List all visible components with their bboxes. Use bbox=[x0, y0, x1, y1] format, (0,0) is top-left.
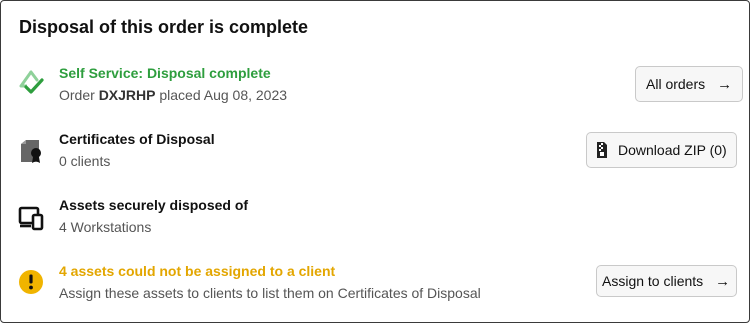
order-date: placed Aug 08, 2023 bbox=[159, 87, 288, 103]
certificate-icon bbox=[17, 137, 45, 165]
assets-count: 4 Workstations bbox=[59, 219, 152, 235]
status-heading: Self Service: Disposal complete bbox=[59, 65, 271, 81]
certificates-heading: Certificates of Disposal bbox=[59, 131, 215, 147]
assign-to-clients-button[interactable]: Assign to clients → bbox=[596, 265, 738, 297]
order-info: Order DXJRHP placed Aug 08, 2023 bbox=[59, 87, 287, 103]
all-orders-button[interactable]: All orders → bbox=[635, 66, 744, 102]
download-zip-label: Download ZIP (0) bbox=[618, 142, 727, 158]
disposal-summary-card: Disposal of this order is complete Self … bbox=[0, 0, 750, 323]
assets-row: Assets securely disposed of 4 Workstatio… bbox=[1, 197, 749, 247]
page-title: Disposal of this order is complete bbox=[19, 17, 309, 37]
all-orders-label: All orders bbox=[646, 76, 706, 92]
assets-heading: Assets securely disposed of bbox=[59, 197, 249, 213]
devices-icon bbox=[17, 203, 45, 231]
assign-to-clients-label: Assign to clients bbox=[602, 273, 704, 289]
recycle-check-icon bbox=[17, 69, 45, 97]
arrow-right-icon: → bbox=[715, 272, 731, 290]
warning-icon bbox=[17, 268, 45, 296]
download-zip-button[interactable]: Download ZIP (0) bbox=[586, 132, 737, 168]
arrow-right-icon: → bbox=[717, 75, 733, 93]
zip-file-icon bbox=[596, 142, 608, 158]
order-id: DXJRHP bbox=[98, 87, 156, 103]
order-prefix: Order bbox=[59, 87, 95, 103]
unassigned-heading: 4 assets could not be assigned to a clie… bbox=[59, 263, 336, 279]
certificates-count: 0 clients bbox=[59, 153, 111, 169]
unassigned-description: Assign these assets to clients to list t… bbox=[59, 285, 481, 301]
